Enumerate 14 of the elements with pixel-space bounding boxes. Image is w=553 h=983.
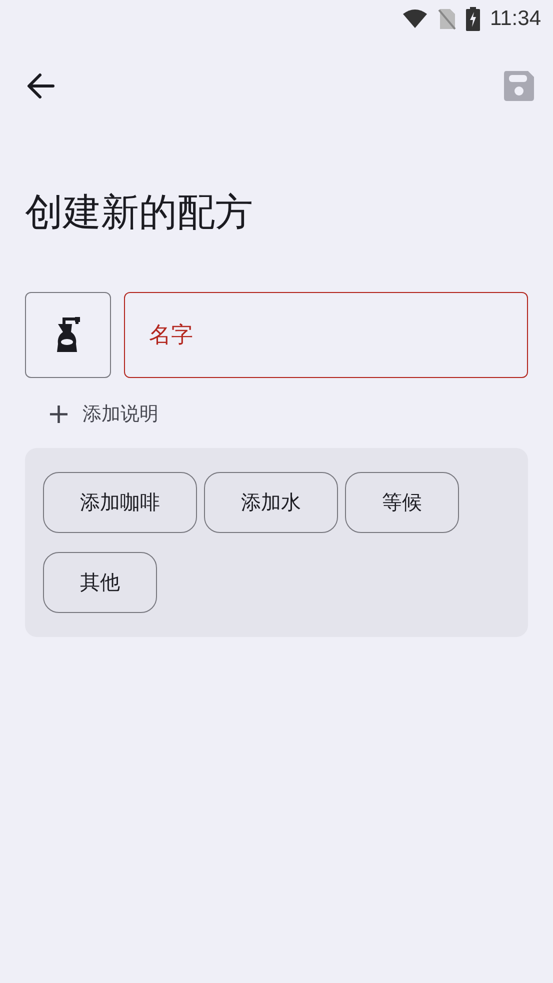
wifi-icon — [402, 9, 428, 29]
add-description-button[interactable]: + 添加说明 — [47, 396, 158, 432]
name-field[interactable]: 名字 — [124, 292, 528, 378]
back-button[interactable] — [26, 71, 56, 101]
status-time: 11:34 — [490, 7, 541, 31]
step-button[interactable]: 添加咖啡 — [43, 472, 197, 533]
step-button[interactable]: 添加水 — [204, 472, 338, 533]
coffee-grinder-icon — [55, 316, 81, 354]
step-button[interactable]: 其他 — [43, 552, 157, 613]
step-button[interactable]: 等候 — [345, 472, 459, 533]
no-sim-icon — [438, 8, 456, 30]
battery-charging-icon — [466, 7, 480, 31]
recipe-icon-button[interactable] — [25, 292, 111, 378]
page-title: 创建新的配方 — [25, 189, 254, 236]
